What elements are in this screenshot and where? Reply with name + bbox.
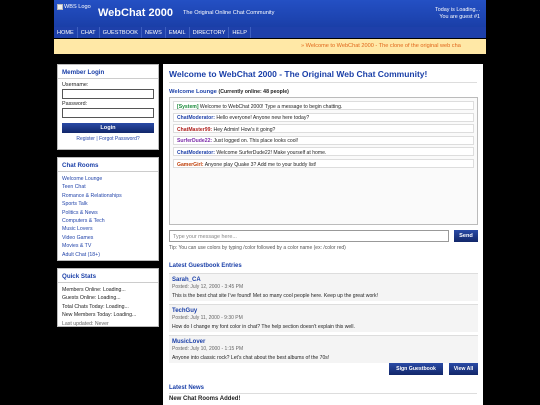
message-user: ChatModerator: xyxy=(177,115,215,122)
nav-help[interactable]: HELP xyxy=(229,27,251,38)
chat-message: ChatMaster99: Hey Admin! How's it going? xyxy=(173,124,474,134)
entry-author: Sarah_CA xyxy=(172,277,201,283)
message-text: Hey Admin! How's it going? xyxy=(212,126,276,133)
stats-title: Quick Stats xyxy=(58,269,158,283)
room-link[interactable]: Movies & TV xyxy=(58,242,158,250)
message-text: Just logged on. This place looks cool! xyxy=(212,138,299,145)
color-tip: Tip: You can use colors by typing /color… xyxy=(169,245,346,251)
entry-text: This is the best chat site I've found! M… xyxy=(172,292,378,299)
chat-message: SurferDude22: Just logged on. This place… xyxy=(173,135,474,145)
message-input[interactable]: Type your message here... xyxy=(169,230,449,242)
entry-text: How do I change my font color in chat? T… xyxy=(172,323,355,330)
chat-rooms-box: Chat Rooms Welcome Lounge Teen Chat Roma… xyxy=(57,157,159,261)
site-title: WebChat 2000 xyxy=(98,7,173,19)
message-text: Welcome to WebChat 2000! Type a message … xyxy=(198,103,343,110)
room-link[interactable]: Adult Chat (18+) xyxy=(58,251,158,259)
rooms-title: Chat Rooms xyxy=(58,158,158,172)
last-updated-stat: Last updated: Never xyxy=(62,320,109,327)
chat-messages[interactable]: [System] Welcome to WebChat 2000! Type a… xyxy=(169,97,478,225)
member-login-box: Member Login Username: Password: Login R… xyxy=(57,64,159,150)
nav-news[interactable]: NEWS xyxy=(142,27,166,38)
entry-date: Posted: July 11, 2000 - 9:30 PM xyxy=(172,315,243,321)
quick-stats-box: Quick Stats Members Online: Loading... G… xyxy=(57,268,159,327)
online-count: (Currently online: 48 people) xyxy=(218,89,289,95)
nav-email[interactable]: EMAIL xyxy=(166,27,190,38)
message-text: Welcome SurferDude22! Make yourself at h… xyxy=(214,149,327,156)
total-chats-stat: Total Chats Today: Loading... xyxy=(62,303,129,310)
username-label: Username: xyxy=(62,82,89,88)
guests-online-stat: Guests Online: Loading... xyxy=(62,295,121,302)
guestbook-entry: MusicLover Posted: July 10, 2000 - 1:15 … xyxy=(169,335,478,363)
password-label: Password: xyxy=(62,101,88,107)
news-title: Latest News xyxy=(169,385,205,391)
new-members-stat: New Members Today: Loading... xyxy=(62,312,137,319)
login-title: Member Login xyxy=(58,65,158,79)
nav-directory[interactable]: DIRECTORY xyxy=(190,27,230,38)
chat-message: ChatModerator: Welcome SurferDude22! Mak… xyxy=(173,147,474,157)
page-title: Welcome to WebChat 2000 - The Original W… xyxy=(169,69,428,79)
view-all-button[interactable]: View All xyxy=(449,363,478,375)
message-text: Hello everyone! Anyone new here today? xyxy=(214,115,310,122)
site-tagline: The Original Online Chat Community xyxy=(183,10,275,16)
main-content: Welcome to WebChat 2000 - The Original W… xyxy=(163,64,483,405)
nav-guestbook[interactable]: GUESTBOOK xyxy=(100,27,143,38)
room-link[interactable]: Music Lovers xyxy=(58,225,158,233)
site-header: WBS Logo WebChat 2000 The Original Onlin… xyxy=(54,0,486,27)
room-link[interactable]: Romance & Relationships xyxy=(58,192,158,200)
announcement-marquee: » Welcome to WebChat 2000 - The clone of… xyxy=(54,39,486,54)
send-button[interactable]: Send xyxy=(454,230,478,242)
entry-author: MusicLover xyxy=(172,339,206,345)
lounge-title: Welcome Lounge xyxy=(169,89,217,95)
entry-date: Posted: July 12, 2000 - 3:45 PM xyxy=(172,284,244,290)
guestbook-title: Latest Guestbook Entries xyxy=(169,263,242,269)
link-separator: | xyxy=(96,136,98,142)
chat-message: [System] Welcome to WebChat 2000! Type a… xyxy=(173,101,474,110)
message-user: [System] xyxy=(177,103,199,110)
sign-guestbook-button[interactable]: Sign Guestbook xyxy=(389,363,443,375)
message-user: SurferDude22: xyxy=(177,138,213,145)
nav-chat[interactable]: CHAT xyxy=(78,27,100,38)
guestbook-entry: Sarah_CA Posted: July 12, 2000 - 3:45 PM… xyxy=(169,273,478,301)
broken-image-icon xyxy=(57,4,63,10)
chat-message: GamerGirl: Anyone play Quake 3? Add me t… xyxy=(173,158,474,168)
username-field[interactable] xyxy=(62,89,154,99)
guest-status: You are guest #1 xyxy=(439,14,480,20)
entry-author: TechGuy xyxy=(172,308,198,314)
main-nav: HOME CHAT GUESTBOOK NEWS EMAIL DIRECTORY… xyxy=(54,27,486,38)
message-user: ChatModerator: xyxy=(177,149,215,156)
message-user: GamerGirl: xyxy=(177,161,204,168)
guestbook-entry: TechGuy Posted: July 11, 2000 - 9:30 PM … xyxy=(169,304,478,332)
logo-alt-text: WBS Logo xyxy=(64,4,91,10)
login-links: Register | Forgot Password? xyxy=(58,136,158,142)
password-field[interactable] xyxy=(62,108,154,118)
forgot-password-link[interactable]: Forgot Password? xyxy=(99,136,140,142)
message-text: Anyone play Quake 3? Add me to your budd… xyxy=(203,161,317,168)
login-button[interactable]: Login xyxy=(62,123,154,133)
message-user: ChatMaster99: xyxy=(177,126,213,133)
entry-text: Anyone into classic rock? Let's chat abo… xyxy=(172,354,330,361)
date-status: Today is Loading... xyxy=(435,7,480,13)
user-status: Today is Loading... You are guest #1 xyxy=(435,7,480,21)
members-online-stat: Members Online: Loading... xyxy=(62,287,126,293)
news-divider xyxy=(169,393,477,394)
lounge-header: Welcome Lounge (Currently online: 48 peo… xyxy=(169,89,289,95)
room-link[interactable]: Sports Talk xyxy=(58,200,158,208)
news-headline[interactable]: New Chat Rooms Added! xyxy=(169,396,240,402)
nav-home[interactable]: HOME xyxy=(54,27,78,38)
room-link[interactable]: Video Games xyxy=(58,234,158,242)
entry-date: Posted: July 10, 2000 - 1:15 PM xyxy=(172,346,244,352)
room-link[interactable]: Computers & Tech xyxy=(58,217,158,225)
marquee-text: » Welcome to WebChat 2000 - The clone of… xyxy=(301,43,461,49)
title-divider xyxy=(169,82,477,83)
room-link[interactable]: Politics & News xyxy=(58,209,158,217)
chat-message: ChatModerator: Hello everyone! Anyone ne… xyxy=(173,112,474,122)
room-link[interactable]: Teen Chat xyxy=(58,183,158,191)
register-link[interactable]: Register xyxy=(76,136,95,142)
room-link[interactable]: Welcome Lounge xyxy=(58,175,158,183)
site-logo[interactable]: WBS Logo xyxy=(57,4,91,10)
